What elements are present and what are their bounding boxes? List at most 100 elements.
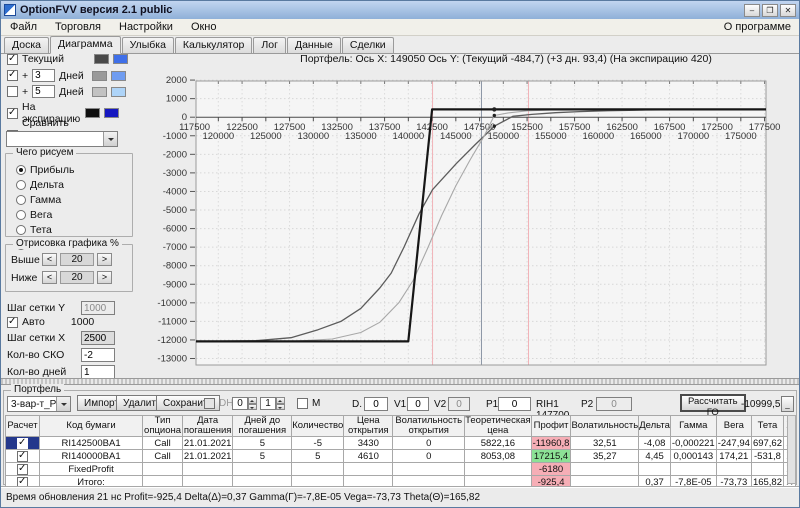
grid-y-input[interactable]: [81, 301, 115, 315]
column-header: Волатильность открытия: [393, 416, 465, 437]
cell-vega: [716, 463, 751, 476]
cell-open_price: [344, 463, 393, 476]
layer-expiration-swatch-1[interactable]: [85, 108, 100, 118]
x-tick-label: 165000: [630, 131, 662, 142]
strategy-dropdown[interactable]: [6, 131, 118, 147]
draw-option-label: Гамма: [30, 194, 61, 206]
y-tick-label: -12000: [157, 335, 187, 346]
spinner-1-value[interactable]: 0: [232, 397, 248, 410]
draw-option[interactable]: Тета: [16, 222, 74, 237]
layer-plus5-days-input[interactable]: [32, 85, 55, 98]
draw-option[interactable]: Дельта: [16, 177, 74, 192]
chart-title: Портфель: Ось X: 149050 Ось Y: (Текущий …: [241, 53, 771, 65]
d-input[interactable]: [364, 397, 388, 411]
calc-checkbox[interactable]: [17, 438, 28, 449]
p1-input[interactable]: [498, 397, 531, 411]
y-tick-label: -9000: [163, 279, 187, 290]
cell-vega: 174,21: [716, 450, 751, 463]
radio-icon[interactable]: [16, 225, 26, 235]
cell-type: Call: [143, 450, 183, 463]
cell-type: Call: [143, 437, 183, 450]
y-tick-label: -8000: [163, 261, 187, 272]
layer-current-swatch-2[interactable]: [113, 54, 128, 64]
column-header: Дней до погашения: [233, 416, 292, 437]
calc-checkbox-cell[interactable]: [6, 450, 40, 463]
calc-checkbox[interactable]: [17, 477, 28, 488]
draw-option[interactable]: Прибыль: [16, 162, 74, 177]
draw-option-label: Дельта: [30, 179, 64, 191]
chevron-down-icon[interactable]: [103, 132, 117, 146]
layer-current-checkbox[interactable]: [7, 54, 18, 65]
p2-input[interactable]: [596, 397, 632, 411]
table-row: RI142500BA1Call21.01.20215-5343005822,16…: [6, 437, 796, 450]
y-tick-label: 2000: [166, 75, 187, 86]
layer-expiration-swatch-2[interactable]: [104, 108, 119, 118]
above-value: 20: [60, 253, 94, 266]
calc-checkbox[interactable]: [17, 451, 28, 462]
radio-icon[interactable]: [16, 180, 26, 190]
days-count-input[interactable]: [81, 365, 115, 379]
splitter-handle[interactable]: [1, 378, 799, 385]
cell-code: RI142500BA1: [39, 437, 142, 450]
spin-down-icon[interactable]: [248, 404, 257, 411]
layer-plus3-swatch-1[interactable]: [92, 71, 107, 81]
auto-checkbox[interactable]: [7, 317, 18, 328]
draw-option[interactable]: Гамма: [16, 192, 74, 207]
v1-label: V1: [394, 399, 406, 410]
v1-input[interactable]: [407, 397, 429, 411]
dh-checkbox[interactable]: [204, 398, 215, 409]
radio-icon[interactable]: [16, 165, 26, 175]
cell-gamma: [670, 463, 716, 476]
draw-option-label: Тета: [30, 224, 52, 236]
layer-current-swatch-1[interactable]: [94, 54, 109, 64]
y-tick-label: -2000: [163, 149, 187, 160]
chevron-down-icon[interactable]: [56, 397, 70, 411]
cell-vol: 32,51: [571, 437, 639, 450]
column-header: Гамма: [670, 416, 716, 437]
layer-plus5-swatch-1[interactable]: [92, 87, 107, 97]
table-scrollbar[interactable]: [787, 415, 796, 484]
x-tick-label: 150000: [487, 131, 519, 142]
spinner-2-value[interactable]: 1: [260, 397, 276, 410]
y-tick-label: -6000: [163, 224, 187, 235]
calc-checkbox-cell[interactable]: [6, 463, 40, 476]
above-decrement-button[interactable]: <: [42, 253, 57, 266]
x-tick-label: 125000: [250, 131, 282, 142]
x-tick-label: 160000: [582, 131, 614, 142]
y-tick-label: 1000: [166, 94, 187, 105]
draw-option[interactable]: Вега: [16, 207, 74, 222]
calc-checkbox[interactable]: [17, 464, 28, 475]
radio-icon[interactable]: [16, 195, 26, 205]
tab-diagram[interactable]: Диаграмма: [50, 36, 121, 54]
y-tick-label: -13000: [157, 354, 187, 365]
x-tick-label: 140000: [392, 131, 424, 142]
calculate-go-button[interactable]: Рассчитать ГО: [680, 394, 746, 412]
cell-qty: [292, 463, 344, 476]
cell-gamma: -0,000221: [670, 437, 716, 450]
calc-checkbox-cell[interactable]: [6, 437, 40, 450]
preset-dropdown[interactable]: 3-вар-т_РТС: [7, 396, 71, 412]
grid-y-label: Шаг сетки Y: [7, 302, 73, 314]
cell-profit: 17215,4: [531, 450, 571, 463]
layer-plus3-checkbox[interactable]: [7, 70, 18, 81]
radio-icon[interactable]: [16, 210, 26, 220]
below-decrement-button[interactable]: <: [42, 271, 57, 284]
auto-label: Авто: [22, 316, 45, 328]
layer-plus5-swatch-2[interactable]: [111, 87, 126, 97]
spin-down-icon[interactable]: [276, 404, 285, 411]
draw-group-title: Чего рисуем: [13, 147, 76, 158]
v2-input[interactable]: [448, 397, 470, 411]
sko-input[interactable]: [81, 348, 115, 362]
portfolio-title: Портфель: [11, 384, 64, 395]
above-increment-button[interactable]: >: [97, 253, 112, 266]
layer-plus3-days-input[interactable]: [32, 69, 55, 82]
grid-x-input[interactable]: [81, 331, 115, 345]
collapse-button[interactable]: _: [781, 396, 794, 412]
layer-plus5-checkbox[interactable]: [7, 86, 18, 97]
cell-qty: 5: [292, 450, 344, 463]
layer-current: Текущий: [7, 53, 128, 65]
m-checkbox[interactable]: [297, 398, 308, 409]
layer-plus3-swatch-2[interactable]: [111, 71, 126, 81]
below-increment-button[interactable]: >: [97, 271, 112, 284]
layer-plus5: + Дней: [7, 85, 126, 98]
